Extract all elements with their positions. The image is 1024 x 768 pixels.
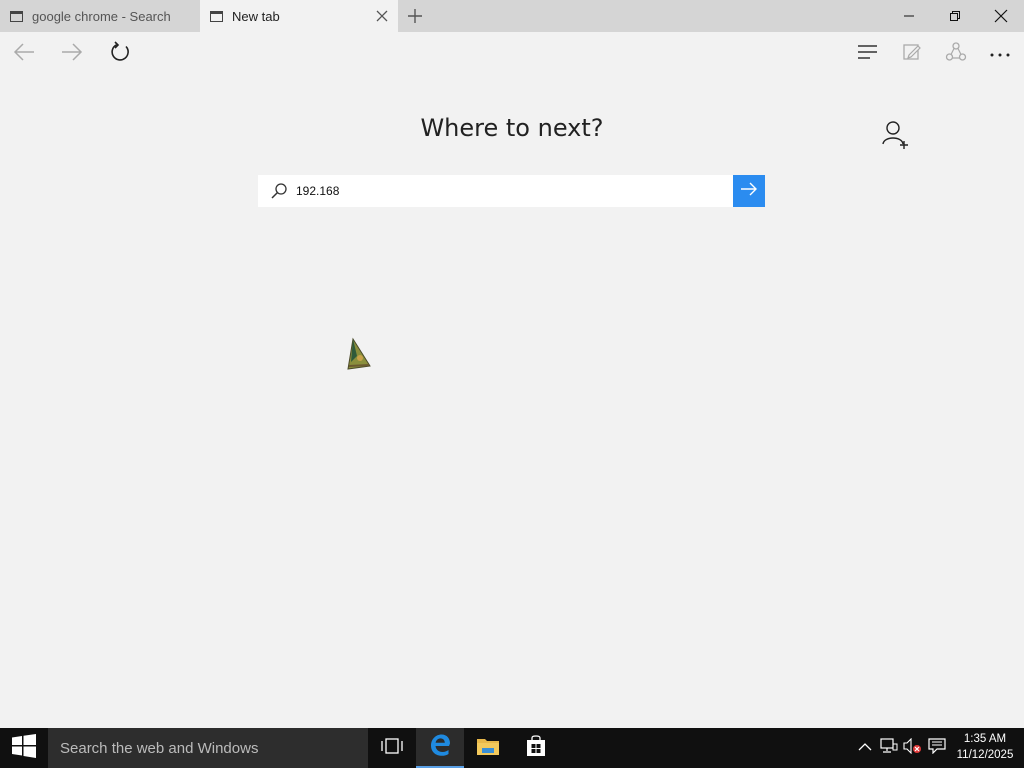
web-note-icon	[902, 42, 922, 67]
volume-button[interactable]	[903, 737, 923, 759]
restore-button[interactable]	[932, 0, 978, 32]
clock-time: 1:35 AM	[963, 733, 1007, 745]
network-icon	[880, 737, 898, 759]
address-search-box[interactable]	[258, 175, 733, 207]
add-person-button[interactable]	[880, 120, 912, 150]
share-button[interactable]	[934, 32, 978, 76]
tab-new-tab[interactable]: New tab	[200, 0, 398, 32]
hub-button[interactable]	[846, 32, 890, 76]
web-note-button[interactable]	[890, 32, 934, 76]
start-button[interactable]	[0, 728, 48, 768]
minimize-button[interactable]	[886, 0, 932, 32]
volume-muted-icon	[903, 737, 923, 759]
close-tab-icon[interactable]	[374, 8, 390, 24]
more-button[interactable]	[978, 32, 1022, 76]
cursor-sprite-icon	[343, 336, 373, 372]
hub-icon	[857, 44, 879, 65]
show-hidden-icons-button[interactable]	[855, 738, 875, 758]
file-explorer-button[interactable]	[464, 728, 512, 768]
navigation-bar	[0, 32, 1024, 76]
refresh-icon	[109, 40, 131, 68]
arrow-right-icon	[739, 181, 759, 202]
system-clock[interactable]: 1:35 AM 11/12/2025	[950, 731, 1020, 763]
forward-button[interactable]	[50, 32, 94, 76]
close-button[interactable]	[978, 0, 1024, 32]
file-explorer-icon	[476, 736, 500, 761]
task-view-icon	[381, 737, 403, 759]
forward-icon	[60, 42, 84, 67]
address-input[interactable]	[296, 175, 716, 207]
back-button[interactable]	[2, 32, 46, 76]
edge-icon	[428, 733, 452, 762]
clock-date: 11/12/2025	[956, 749, 1014, 761]
page-icon	[210, 10, 223, 22]
edge-taskbar-button[interactable]	[416, 728, 464, 768]
back-icon	[12, 42, 36, 67]
tab-label: New tab	[232, 8, 280, 24]
chevron-up-icon	[858, 739, 872, 757]
new-tab-button[interactable]	[405, 6, 425, 26]
go-button[interactable]	[733, 175, 765, 207]
store-icon	[525, 734, 547, 762]
windows-logo-icon	[11, 733, 37, 763]
page-icon	[10, 10, 23, 22]
network-button[interactable]	[879, 737, 899, 759]
store-button[interactable]	[512, 728, 560, 768]
tab-label: google chrome - Search	[32, 8, 171, 24]
add-person-icon	[880, 121, 912, 154]
taskbar: Search the web and Windows 1:35 AM 11/12…	[0, 728, 1024, 768]
tab-bar: google chrome - Search New tab	[0, 0, 1024, 32]
more-icon	[989, 45, 1011, 63]
tab-google-chrome-search[interactable]: google chrome - Search	[0, 0, 200, 32]
share-icon	[945, 41, 967, 68]
taskbar-search-box[interactable]: Search the web and Windows	[48, 728, 368, 768]
page-title: Where to next?	[420, 114, 604, 142]
action-center-button[interactable]	[927, 737, 947, 759]
refresh-button[interactable]	[98, 32, 142, 76]
close-icon	[994, 9, 1008, 23]
minimize-icon	[903, 10, 915, 22]
task-view-button[interactable]	[368, 728, 416, 768]
taskbar-search-placeholder: Search the web and Windows	[60, 739, 259, 757]
search-icon	[270, 182, 288, 200]
restore-icon	[949, 10, 961, 22]
action-center-icon	[928, 737, 946, 759]
